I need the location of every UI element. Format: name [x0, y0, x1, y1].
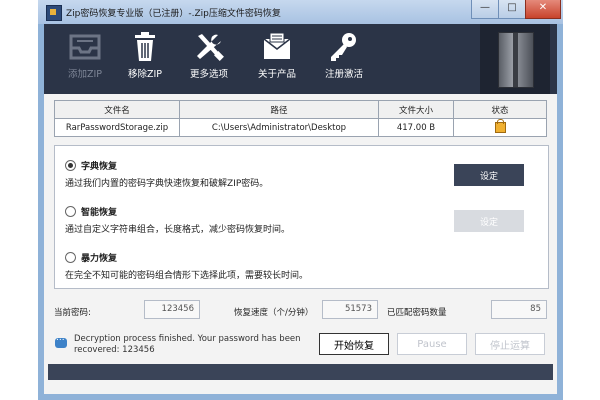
toolbar: 添加ZIP 移除ZIP 更多选项 关于产品 注册激活: [44, 24, 557, 94]
progress-fill: [48, 364, 553, 380]
dictionary-settings-button[interactable]: 设定: [454, 164, 524, 186]
option-smart-title: 智能恢复: [81, 208, 118, 218]
lock-icon: [494, 119, 506, 133]
column-header-size[interactable]: 文件大小: [378, 100, 454, 119]
file-table: 文件名 路径 文件大小 状态 RarPasswordStorage.zip C:…: [54, 100, 547, 137]
cell-size: 417.00 B: [378, 118, 454, 137]
matched-count-label: 已匹配密码数量: [387, 308, 447, 318]
current-password-label: 当前密码:: [54, 308, 91, 318]
option-brute-force-title: 暴力恢复: [81, 254, 118, 264]
cell-filename: RarPasswordStorage.zip: [54, 118, 180, 137]
current-password-field: 123456: [144, 300, 200, 319]
maximize-icon: □: [507, 2, 517, 13]
about-button[interactable]: 关于产品: [242, 32, 312, 88]
more-options-label: 更多选项: [189, 69, 228, 80]
app-icon: [46, 5, 62, 21]
register-label: 注册激活: [324, 69, 363, 80]
column-header-status[interactable]: 状态: [453, 100, 547, 119]
cell-path: C:\Users\Administrator\Desktop: [179, 118, 379, 137]
option-smart-desc: 通过自定义字符串组合，长度格式，减少密码恢复时间。: [65, 225, 291, 235]
app-window: Zip密码恢复专业版（已注册）-.Zip压缩文件密码恢复 — □ ✕ 添加ZIP: [38, 0, 563, 400]
option-brute-force-desc: 在完全不知可能的密码组合情形下选择此项，需要较长时间。: [65, 271, 309, 281]
minimize-button[interactable]: —: [471, 0, 499, 19]
trash-icon: [135, 32, 155, 61]
speed-label: 恢复速度（个/分钟）: [234, 308, 314, 318]
client-area: 添加ZIP 移除ZIP 更多选项 关于产品 注册激活 文件名 路径 文件大小 状…: [44, 24, 557, 394]
option-dictionary-title: 字典恢复: [81, 162, 118, 172]
recovery-options-panel: 字典恢复 通过我们内置的密码字典快速恢复和破解ZIP密码。 设定 智能恢复 通过…: [54, 145, 549, 289]
tools-icon: [197, 34, 224, 61]
option-dictionary-desc: 通过我们内置的密码字典快速恢复和破解ZIP密码。: [65, 179, 269, 189]
close-button[interactable]: ✕: [525, 0, 561, 19]
column-header-filename[interactable]: 文件名: [54, 100, 180, 119]
key-icon: [331, 33, 356, 61]
radio-brute-force[interactable]: [65, 252, 76, 263]
zip-archive-logo-icon: [498, 32, 534, 88]
radio-dictionary[interactable]: [65, 160, 76, 171]
column-header-path[interactable]: 路径: [179, 100, 379, 119]
maximize-button[interactable]: □: [498, 0, 526, 19]
stop-button[interactable]: 停止运算: [475, 333, 545, 355]
remove-zip-button[interactable]: 移除ZIP: [110, 32, 180, 88]
progress-bar: [48, 364, 553, 380]
register-button[interactable]: 注册激活: [309, 32, 379, 88]
about-label: 关于产品: [257, 69, 296, 80]
product-logo: [480, 24, 550, 94]
matched-count-field: 85: [491, 300, 547, 319]
minimize-icon: —: [480, 2, 490, 13]
inbox-tray-icon: [69, 34, 101, 60]
smart-settings-button[interactable]: 设定: [454, 210, 524, 232]
remove-zip-label: 移除ZIP: [127, 69, 163, 80]
cell-status: [453, 118, 547, 137]
status-message: Decryption process finished. Your passwo…: [74, 334, 301, 355]
window-title: Zip密码恢复专业版（已注册）-.Zip压缩文件密码恢复: [66, 9, 281, 19]
table-row[interactable]: RarPasswordStorage.zip C:\Users\Administ…: [54, 118, 547, 137]
close-icon: ✕: [538, 2, 548, 13]
speed-field: 51573: [322, 300, 378, 319]
envelope-icon: [263, 32, 291, 59]
pause-button[interactable]: Pause: [397, 333, 467, 355]
title-bar[interactable]: Zip密码恢复专业版（已注册）-.Zip压缩文件密码恢复 — □ ✕: [38, 0, 563, 24]
chat-bubble-icon: [55, 333, 67, 348]
radio-smart[interactable]: [65, 206, 76, 217]
more-options-button[interactable]: 更多选项: [174, 32, 244, 88]
start-recovery-button[interactable]: 开始恢复: [319, 333, 389, 355]
